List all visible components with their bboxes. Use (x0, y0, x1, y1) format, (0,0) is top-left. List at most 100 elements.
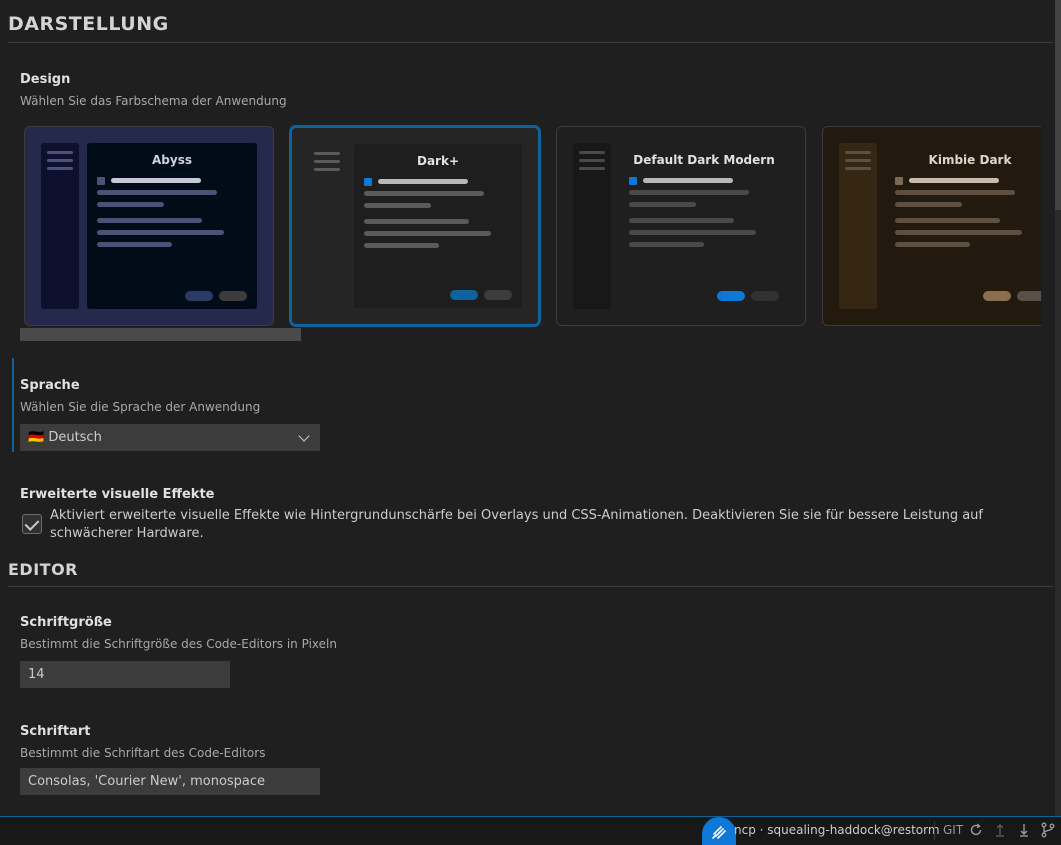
theme-preview-secondary-button (484, 290, 512, 300)
theme-preview-sidebar-line (47, 159, 73, 162)
theme-preview-main: Dark+ (354, 144, 522, 308)
design-description: Wählen Sie das Farbschema der Anwendung (20, 94, 287, 108)
language-select[interactable]: 🇩🇪 Deutsch (20, 424, 320, 451)
theme-preview-sidebar-line (579, 151, 605, 154)
font-size-description: Bestimmt die Schriftgröße des Code-Edito… (20, 637, 337, 651)
theme-preview-secondary-button (219, 291, 247, 301)
section-divider (8, 42, 1053, 43)
theme-preview-line (629, 242, 704, 247)
theme-preview-line (364, 219, 469, 224)
theme-card-abyss[interactable]: Abyss (24, 126, 274, 326)
theme-preview-sidebar-line (579, 159, 605, 162)
theme-preview-line (629, 202, 696, 207)
theme-preview-line (97, 202, 164, 207)
theme-preview: Default Dark Modern (565, 135, 797, 317)
theme-preview-line (378, 179, 468, 184)
effects-title: Erweiterte visuelle Effekte (20, 487, 215, 502)
language-title: Sprache (20, 378, 80, 393)
settings-scroll-area: DARSTELLUNG Design Wählen Sie das Farbsc… (0, 0, 1061, 816)
theme-preview-main: Abyss (87, 143, 257, 309)
theme-preview-primary-button (185, 291, 213, 301)
theme-preview-line (895, 230, 1022, 235)
theme-preview-main: Default Dark Modern (619, 143, 789, 309)
theme-card-default-dark-modern[interactable]: Default Dark Modern (556, 126, 806, 326)
theme-preview-line (909, 178, 999, 183)
theme-preview-line (629, 218, 734, 223)
status-divider (934, 822, 935, 840)
design-title: Design (20, 72, 71, 87)
theme-preview-sidebar (41, 143, 79, 309)
theme-preview-line (895, 202, 962, 207)
plug-icon (712, 826, 726, 839)
theme-preview-dot (895, 177, 903, 185)
section-divider (8, 586, 1053, 587)
section-heading-editor: EDITOR (8, 560, 78, 579)
font-size-input[interactable]: 14 (20, 661, 230, 688)
theme-card-dark-plus[interactable]: Dark+ (290, 126, 540, 326)
focus-indicator (12, 358, 14, 452)
vertical-scrollbar-thumb[interactable] (1055, 0, 1061, 210)
theme-preview-dot (364, 178, 372, 186)
theme-preview-main: Kimbie Dark (885, 143, 1041, 309)
theme-preview: Dark+ (300, 136, 530, 316)
theme-preview-sidebar (839, 143, 877, 309)
chevron-down-icon (298, 430, 310, 442)
theme-preview-sidebar-line (579, 167, 605, 170)
font-family-input[interactable]: Consolas, 'Courier New', monospace (20, 768, 320, 795)
theme-preview-line (97, 218, 202, 223)
theme-preview-line (364, 243, 439, 248)
font-size-title: Schriftgröße (20, 615, 112, 630)
pull-icon[interactable] (1016, 822, 1032, 838)
theme-name: Abyss (152, 153, 192, 167)
theme-preview-line (629, 230, 756, 235)
theme-name: Kimbie Dark (928, 153, 1012, 167)
theme-preview-sidebar-line (47, 167, 73, 170)
theme-preview-line (895, 190, 1015, 195)
theme-preview-line (111, 178, 201, 183)
push-icon[interactable] (992, 822, 1008, 838)
theme-preview-line (895, 218, 1000, 223)
theme-name: Dark+ (416, 154, 459, 168)
theme-preview-sidebar-line (47, 151, 73, 154)
font-family-description: Bestimmt die Schriftart des Code-Editors (20, 746, 266, 760)
effects-checkbox[interactable] (22, 514, 42, 534)
theme-preview-primary-button (450, 290, 478, 300)
theme-preview-sidebar-line (314, 160, 340, 163)
theme-preview-line (643, 178, 733, 183)
section-heading-appearance: DARSTELLUNG (8, 13, 169, 35)
vertical-scrollbar[interactable] (1055, 0, 1061, 816)
theme-preview-sidebar-line (314, 168, 340, 171)
theme-name: Default Dark Modern (633, 153, 775, 167)
theme-preview-line (97, 242, 172, 247)
connection-label[interactable]: ncp · squealing-haddock@restorm (734, 823, 940, 837)
language-select-value: 🇩🇪 Deutsch (28, 430, 102, 445)
theme-preview: Kimbie Dark (831, 135, 1041, 317)
effects-checkbox-label: Aktiviert erweiterte visuelle Effekte wi… (50, 508, 983, 541)
theme-preview-line (97, 190, 217, 195)
theme-preview: Abyss (33, 135, 265, 317)
theme-picker: Abyss Dark+ Default Dark Modern Kimbie D… (20, 124, 1041, 328)
theme-preview-sidebar-line (845, 167, 871, 170)
theme-picker-scrollbar[interactable] (20, 328, 301, 341)
language-description: Wählen Sie die Sprache der Anwendung (20, 400, 261, 414)
remote-connection-button[interactable] (702, 817, 736, 845)
theme-card-kimbie-dark[interactable]: Kimbie Dark (822, 126, 1041, 326)
branch-icon[interactable] (1040, 822, 1056, 838)
git-label: GIT (943, 823, 964, 837)
theme-preview-line (364, 203, 431, 208)
theme-preview-secondary-button (1017, 291, 1041, 301)
theme-preview-primary-button (717, 291, 745, 301)
theme-preview-line (629, 190, 749, 195)
theme-preview-sidebar-line (314, 152, 340, 155)
theme-preview-sidebar-line (845, 151, 871, 154)
theme-preview-sidebar-line (845, 159, 871, 162)
theme-preview-primary-button (983, 291, 1011, 301)
theme-preview-dot (629, 177, 637, 185)
theme-preview-line (97, 230, 224, 235)
refresh-icon[interactable] (968, 822, 984, 838)
theme-preview-line (364, 191, 484, 196)
theme-preview-line (895, 242, 970, 247)
theme-preview-dot (97, 177, 105, 185)
font-family-title: Schriftart (20, 724, 91, 739)
theme-preview-sidebar (308, 144, 346, 308)
